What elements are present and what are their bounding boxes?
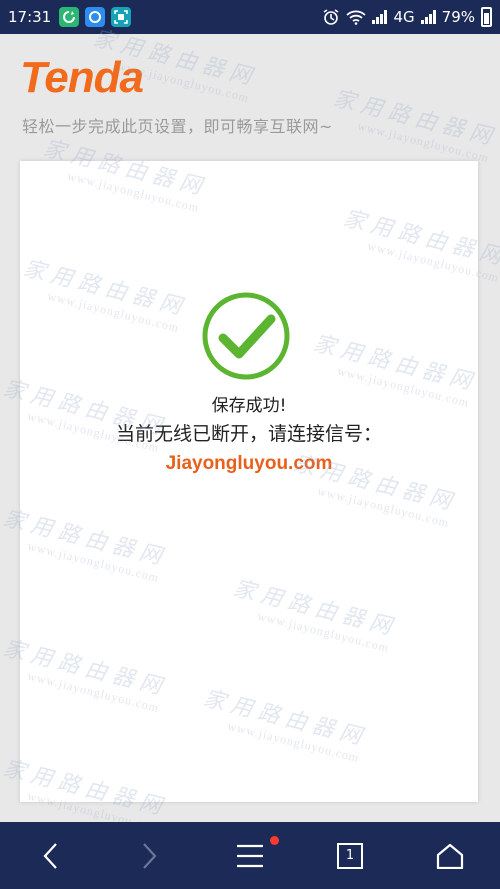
home-icon [436,843,464,869]
browser-bottom-nav: 1 [0,822,500,889]
wireless-disconnected-message: 当前无线已断开，请连接信号： [115,423,382,445]
tabs-count: 1 [345,848,355,863]
chevron-right-icon [143,842,157,869]
menu-button[interactable] [220,822,280,889]
chevron-left-icon [43,842,57,869]
tenda-logo: Tenda [20,54,144,100]
page-tagline: 轻松一步完成此页设置，即可畅享互联网~ [22,117,333,136]
cell-signal-icon [372,10,388,24]
notification-dot [270,836,279,845]
network-type: 4G [393,8,415,26]
save-success-message: 保存成功! [211,396,287,416]
result-card: 保存成功! 当前无线已断开，请连接信号： Jiayongluyou.com [20,161,478,802]
forward-button[interactable] [120,822,180,889]
alarm-icon [324,9,339,25]
tabs-button[interactable]: 1 [320,822,380,889]
status-bar: 17:31 4G 79% [0,0,500,34]
status-time: 17:31 [8,8,52,26]
success-check-icon [202,292,290,380]
cell-signal-2-icon [420,10,436,24]
wifi-ssid: Jiayongluyou.com [165,453,333,474]
battery-icon [481,7,492,27]
home-button[interactable] [420,822,480,889]
back-button[interactable] [20,822,80,889]
menu-icon [237,844,263,867]
scan-app-icon [111,7,132,27]
svg-text:Tenda: Tenda [20,54,143,100]
watermark: 家用路由器网 www.jiayongluyou.com [330,86,500,165]
wifi-icon [346,10,367,25]
battery-percent: 79% [441,8,475,26]
refresh-app-icon [59,7,80,27]
browser-app-icon [85,7,106,27]
